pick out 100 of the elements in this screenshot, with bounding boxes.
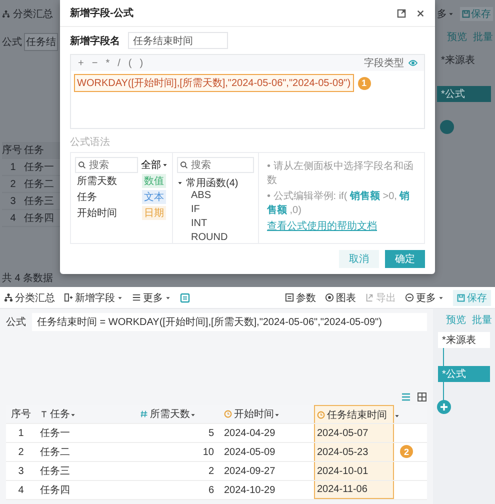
formula-label: 公式 — [2, 36, 22, 49]
close-icon[interactable] — [416, 8, 425, 18]
field-item[interactable]: 开始时间 — [77, 206, 117, 220]
field-name-input[interactable]: 任务结束时间 — [128, 32, 228, 49]
list-icon — [132, 293, 141, 302]
filter-dropdown[interactable]: 全部 — [141, 158, 168, 172]
type-tag: 文本 — [142, 190, 166, 204]
search-icon — [180, 161, 188, 169]
caret-icon — [117, 294, 123, 300]
formula-label: 公式 — [6, 316, 26, 329]
toolbar-button[interactable]: 分类汇总 — [4, 290, 55, 304]
field-item[interactable]: 所需天数 — [77, 174, 117, 188]
caret-icon — [70, 412, 76, 418]
flow-node[interactable]: *公式 — [437, 86, 491, 102]
field-item[interactable]: 任务 — [77, 190, 97, 204]
caret-icon — [394, 412, 400, 418]
dialog-title: 新增字段-公式 — [70, 6, 134, 20]
toolbar-button[interactable]: 新增字段 — [64, 290, 123, 304]
table-cell: 2024-11-06 — [314, 481, 394, 499]
function-item[interactable]: IF — [177, 204, 254, 218]
table-cell: 任务一 — [36, 424, 136, 442]
flow-node[interactable]: *来源表 — [438, 332, 490, 348]
more-menu[interactable]: 多 — [437, 7, 454, 21]
column-header: 序号 — [6, 405, 36, 424]
table-view-icon[interactable] — [401, 392, 411, 402]
more-icon — [405, 293, 414, 302]
step-badge: 1 — [358, 76, 371, 90]
confirm-button[interactable]: 确定 — [385, 250, 425, 268]
table-cell: 2024-05-07 — [314, 424, 394, 442]
function-item[interactable]: ABS — [177, 190, 254, 204]
flow-node[interactable]: *公式 — [438, 366, 490, 382]
table-cell: 6 — [136, 480, 220, 500]
operator-button[interactable]: − — [90, 58, 99, 68]
flow-node[interactable]: *来源表 — [437, 52, 491, 68]
table-cell: 1 — [6, 424, 36, 442]
table-cell: 2024-05-09 — [220, 442, 310, 462]
toolbar-button[interactable]: 更多 — [132, 290, 171, 304]
table-cell-text: 任务三 — [24, 195, 55, 208]
formula-editor[interactable]: + − * / ( ) 字段类型 WORKDAY([开始时间],[所需天数],"2024-05-06","2024-05-09") 1 — [70, 54, 425, 129]
table-cell: 2024-10-29 — [220, 480, 310, 500]
table-cell-text: 2 — [9, 178, 17, 190]
column-header[interactable]: 所需天数 — [136, 405, 220, 424]
type-tag: 日期 — [142, 206, 166, 220]
formula-field[interactable]: 任务结束时间 = WORKDAY([开始时间],[所需天数],"2024-05-06","2024-05-09") — [32, 313, 427, 331]
save-icon — [462, 10, 470, 18]
table-cell: 任务四 — [36, 480, 136, 500]
caret-icon — [274, 412, 280, 418]
operator-button[interactable]: ) — [138, 58, 144, 68]
table-cell: 任务二 — [36, 442, 136, 462]
record-count: 共 4 条数据 — [2, 272, 54, 285]
search-field[interactable]: 搜索 — [75, 157, 138, 173]
column-header[interactable]: 任务 — [36, 405, 136, 424]
grid-view-icon[interactable] — [417, 392, 427, 402]
table-cell: 10 — [136, 442, 220, 462]
target-icon — [325, 293, 334, 302]
table-cell-text: 1 — [9, 162, 17, 172]
caret-icon — [190, 412, 196, 418]
function-item[interactable]: INT — [177, 218, 254, 232]
operator-button[interactable]: * — [104, 58, 111, 68]
column-header: 序号 — [2, 144, 23, 157]
toolbar-button[interactable]: 图表 — [325, 290, 356, 304]
column-header[interactable]: 任务结束时间 — [310, 405, 427, 424]
hint-text: • 请从左侧面板中选择字段名和函数 — [267, 160, 414, 187]
table-cell-text: 任务二 — [24, 178, 55, 191]
expand-icon[interactable] — [397, 8, 406, 18]
clock-icon — [224, 410, 232, 418]
table-cell: 任务三 — [36, 462, 136, 480]
toolbar-item[interactable]: 分类汇总 — [13, 7, 53, 21]
toolbar-button[interactable]: 更多 — [405, 290, 444, 304]
toolbar-button[interactable]: 参数 — [285, 290, 316, 304]
table-cell: 2024-09-27 — [220, 462, 310, 480]
formula-field[interactable]: 任务结 — [24, 33, 58, 51]
caret-icon — [438, 294, 444, 300]
step-badge: 2 — [400, 445, 413, 458]
tree-group[interactable]: 常用函数(4) — [177, 175, 254, 190]
help-link[interactable]: 查看公式使用的帮助文档 — [267, 219, 416, 233]
table-cell: 3 — [6, 462, 36, 480]
operator-button[interactable]: + — [77, 58, 85, 68]
section-title: 公式语法 — [69, 136, 111, 150]
formula-text: WORKDAY([开始时间],[所需天数],"2024-05-06","2024-05-09") — [74, 74, 354, 92]
caret-icon — [162, 162, 168, 168]
hierarchy-icon — [4, 293, 13, 302]
operator-button[interactable]: ( — [127, 58, 133, 68]
export-icon — [365, 293, 374, 302]
search-icon — [78, 161, 86, 169]
field-type-label: 字段类型 — [364, 56, 404, 70]
column-header[interactable]: 开始时间 — [220, 405, 310, 424]
caret-icon — [177, 180, 183, 186]
table-cell: 2 — [136, 462, 220, 480]
function-item[interactable]: ROUND — [177, 232, 254, 243]
parameter-icon — [285, 293, 294, 302]
operator-button[interactable]: / — [116, 58, 122, 68]
table-cell: 2024-05-23 — [314, 443, 394, 461]
table-cell: 2024-10-01 — [314, 462, 394, 480]
search-field[interactable]: 搜索 — [177, 157, 254, 173]
caret-icon — [165, 294, 171, 300]
eye-icon[interactable] — [408, 58, 418, 68]
table-cell-text: 任务四 — [24, 212, 55, 225]
cancel-button[interactable]: 取消 — [339, 250, 379, 268]
table-cell-text: 任务一 — [24, 161, 55, 174]
